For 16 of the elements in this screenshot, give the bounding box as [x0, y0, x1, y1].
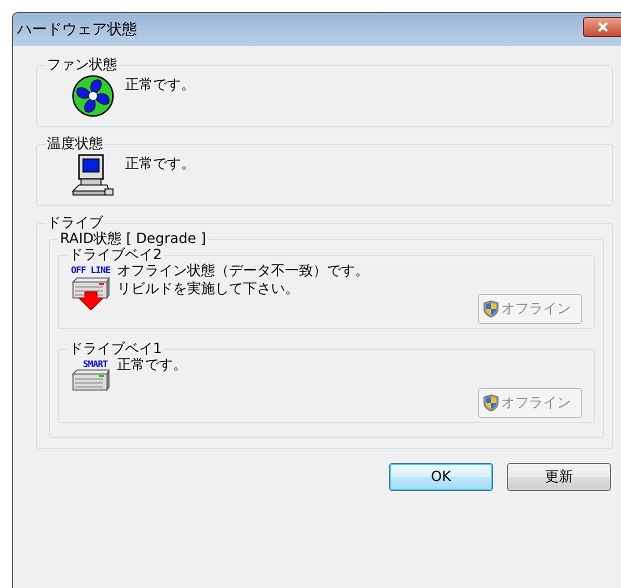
- refresh-button[interactable]: 更新: [507, 463, 611, 491]
- status-text: リビルドを実施して下さい。: [117, 280, 300, 298]
- group-label: 温度状態: [45, 135, 105, 153]
- status-text: 正常です。: [117, 356, 187, 374]
- status-text: 正常です。: [125, 76, 195, 94]
- icon-label: OFF LINE: [71, 266, 110, 276]
- group-label: RAID状態 [ Degrade ]: [58, 230, 208, 248]
- ok-button[interactable]: OK: [389, 463, 493, 491]
- group-label: ファン状態: [45, 56, 119, 74]
- status-text: オフライン状態（データ不一致）です。: [117, 262, 369, 280]
- status-text: 正常です。: [125, 155, 195, 173]
- group-label: ドライブベイ1: [67, 340, 164, 358]
- icon-label: SMART: [83, 360, 108, 370]
- group-label: ドライブ: [45, 214, 105, 232]
- group-label: ドライブベイ2: [67, 246, 164, 264]
- window-title: ハードウェア状態: [17, 20, 137, 39]
